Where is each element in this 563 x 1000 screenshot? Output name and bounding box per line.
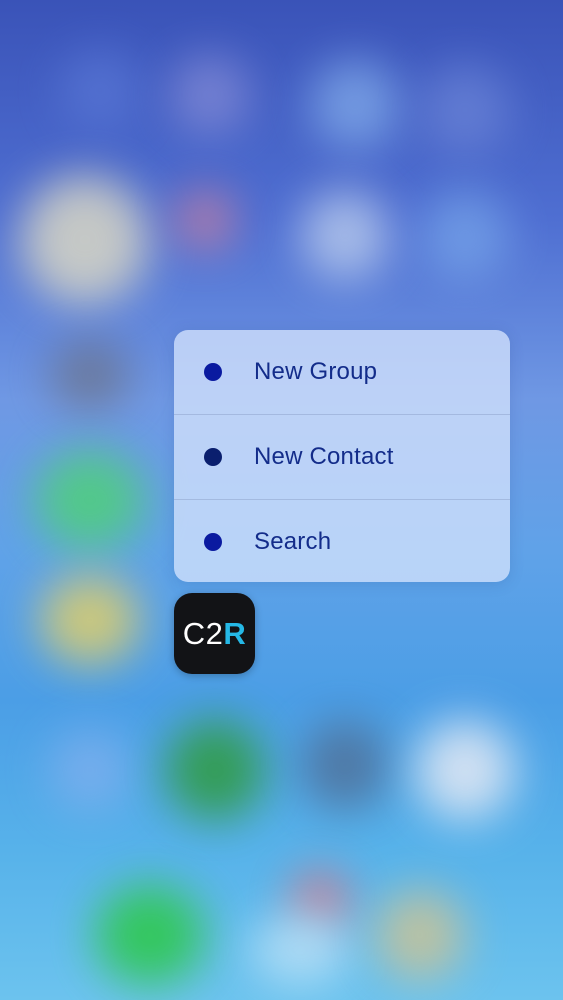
blurred-app-icon	[50, 340, 130, 410]
blurred-app-icon	[165, 720, 265, 820]
blurred-app-icon	[175, 190, 235, 250]
blurred-app-icon	[375, 890, 465, 980]
quick-action-search[interactable]: Search	[174, 499, 510, 582]
blurred-app-icon	[170, 55, 250, 135]
blurred-app-icon	[35, 450, 145, 550]
quick-action-new-contact[interactable]: New Contact	[174, 414, 510, 499]
quick-action-label: New Group	[254, 358, 378, 385]
blurred-app-icon	[60, 50, 140, 130]
quick-action-label: Search	[254, 528, 332, 555]
blurred-app-icon	[300, 720, 390, 810]
blurred-app-icon	[300, 190, 390, 280]
blurred-app-icon	[420, 190, 510, 280]
bullet-icon	[204, 533, 222, 551]
blurred-app-icon	[420, 65, 510, 155]
blurred-app-icon	[40, 575, 140, 665]
quick-action-new-group[interactable]: New Group	[174, 330, 510, 414]
blurred-app-icon	[310, 60, 400, 150]
blurred-app-icon	[20, 175, 150, 305]
blurred-app-icon	[95, 885, 205, 985]
bullet-icon	[204, 363, 222, 381]
app-icon-text: C2	[182, 615, 224, 651]
blurred-app-icon	[415, 720, 515, 820]
blurred-app-icon	[50, 730, 130, 810]
blurred-app-icon	[250, 915, 350, 985]
c2r-app-icon[interactable]: C2 R	[174, 593, 255, 674]
quick-action-menu: New Group New Contact Search	[174, 330, 510, 582]
bullet-icon	[204, 448, 222, 466]
app-icon-accent-text: R	[223, 615, 247, 651]
quick-action-label: New Contact	[254, 443, 394, 470]
